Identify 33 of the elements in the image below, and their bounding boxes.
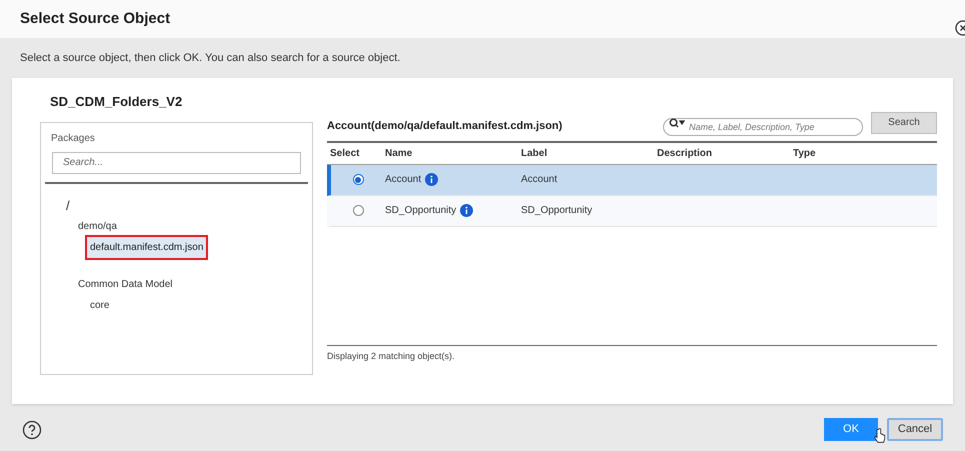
status-text: Displaying 2 matching object(s).: [327, 350, 456, 363]
column-header: Description: [657, 146, 714, 160]
tree-item[interactable]: demo/qa: [75, 216, 120, 236]
radio-button[interactable]: [352, 205, 364, 216]
column-header: Label: [521, 146, 548, 160]
objects-heading: Account(demo/qa/default.manifest.cdm.json): [327, 119, 562, 134]
search-field[interactable]: Name, Label, Description, Type: [663, 118, 863, 136]
tree-item[interactable]: default.manifest.cdm.json: [87, 236, 206, 258]
column-header: Type: [793, 146, 817, 160]
tree-item[interactable]: Common Data Model: [75, 274, 176, 294]
table-cell: SD_Opportunity: [521, 205, 592, 216]
info-icon[interactable]: [460, 204, 474, 217]
cancel-button[interactable]: Cancel: [887, 418, 943, 441]
table-cell: Account: [521, 174, 558, 185]
radio-button[interactable]: [352, 174, 364, 185]
search-field[interactable]: Search...: [52, 152, 301, 174]
instruction-text: Select a source object, then click OK. You can also search for a source object.: [19, 51, 402, 66]
table-row[interactable]: SD_Opportunity SD_Opportunity: [327, 196, 937, 226]
dialog-title: Select Source Object: [20, 8, 170, 29]
info-icon[interactable]: [425, 173, 438, 186]
connection-name: SD_CDM_Folders_V2: [49, 93, 184, 111]
tree-item[interactable]: /: [63, 196, 73, 216]
column-header: Name: [385, 146, 414, 160]
packages-heading: Packages: [50, 132, 96, 146]
column-header: Select: [329, 146, 360, 160]
search-button[interactable]: Search: [871, 112, 937, 134]
help-icon[interactable]: [22, 420, 42, 440]
table-cell-text: SD_Opportunity: [385, 204, 456, 218]
table-cell-text: Account: [385, 173, 422, 187]
pointer-cursor-icon: [874, 428, 886, 444]
tree-item[interactable]: core: [87, 294, 112, 316]
search-icon: [669, 118, 685, 128]
table-row[interactable]: Account Account: [327, 164, 937, 196]
